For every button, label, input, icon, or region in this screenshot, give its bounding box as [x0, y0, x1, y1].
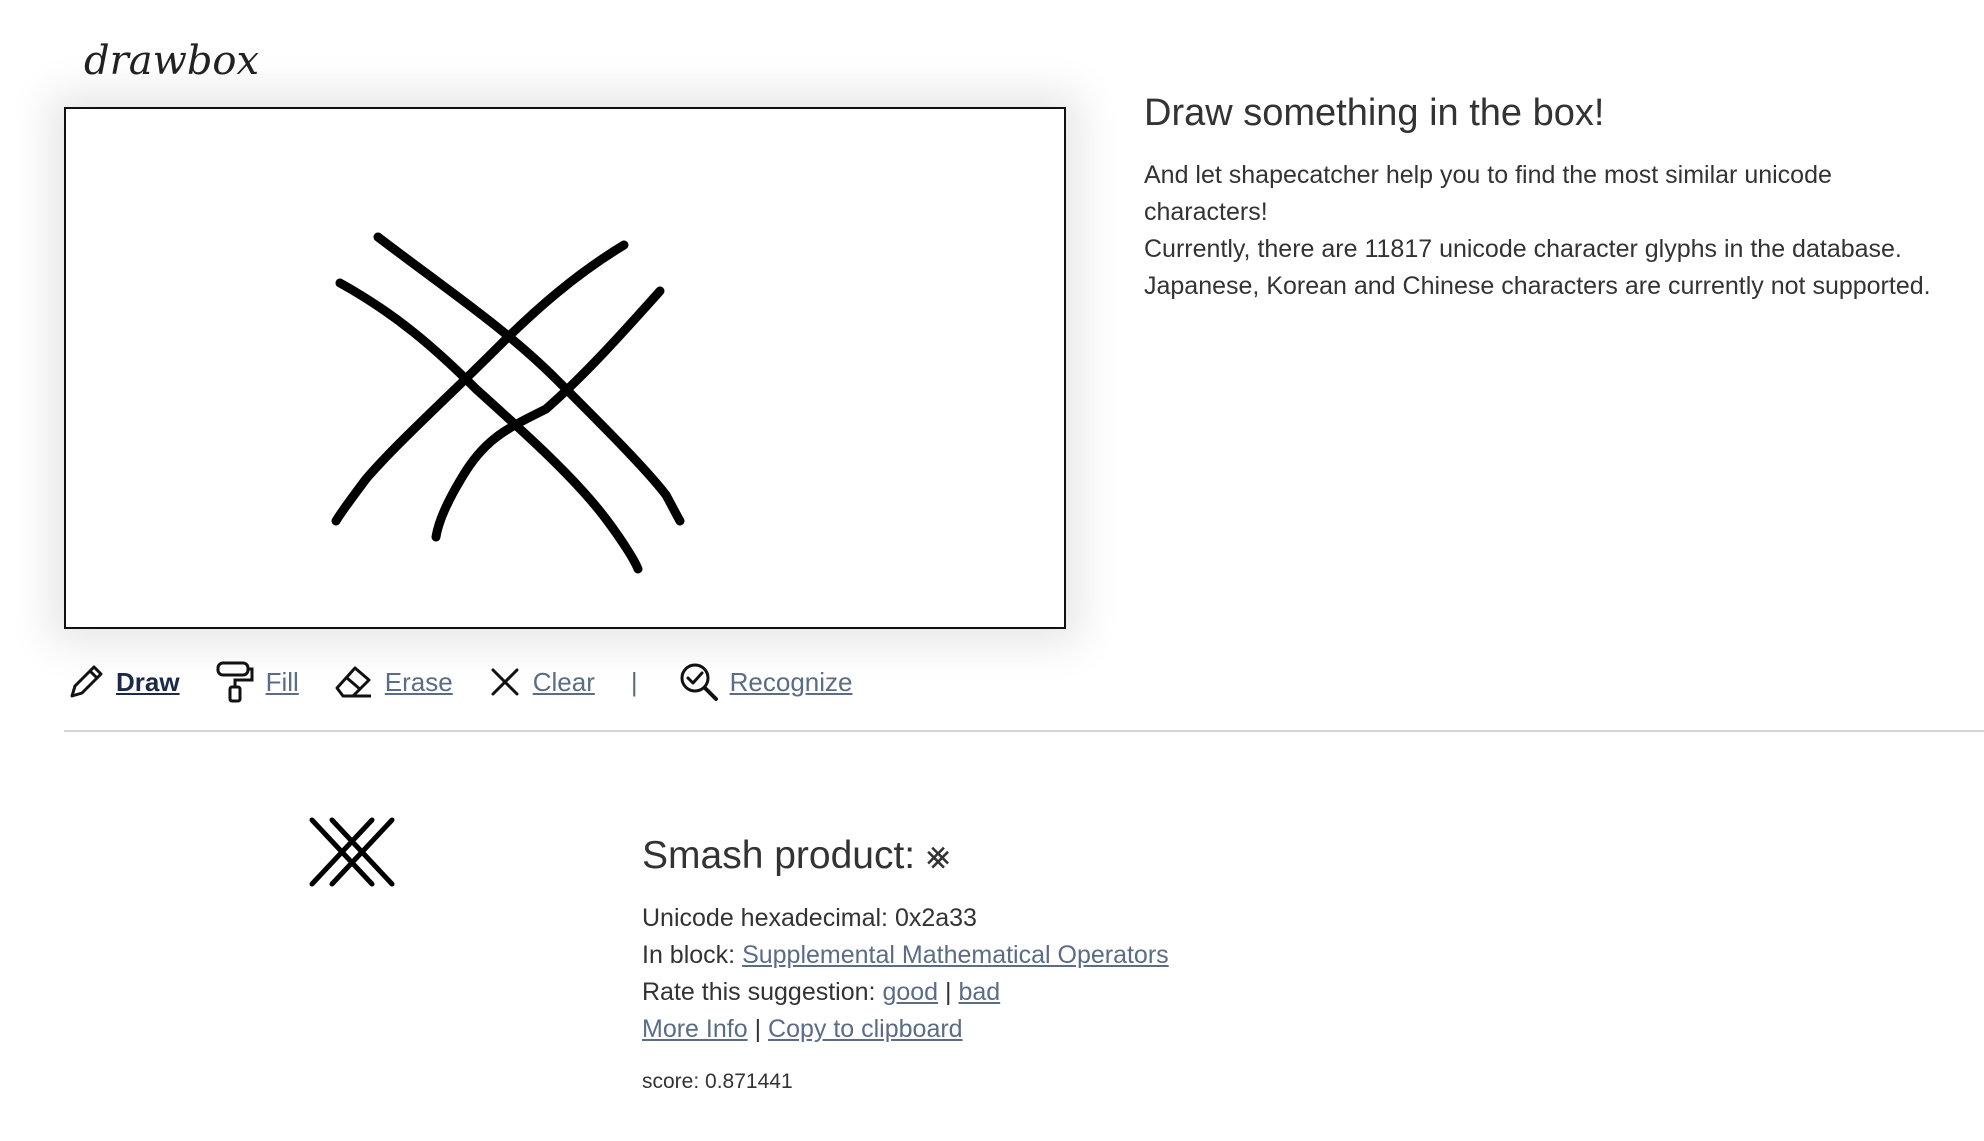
rate-line: Rate this suggestion: good | bad	[642, 974, 1542, 1011]
recognize-link[interactable]: Recognize	[730, 667, 853, 698]
more-info-link[interactable]: More Info	[642, 1015, 748, 1043]
stroke-3	[331, 240, 629, 526]
magnify-check-icon	[680, 663, 718, 701]
intro-text: And let shapecatcher help you to find th…	[1144, 157, 1944, 305]
stroke-1	[373, 232, 685, 526]
intro-line-3: Japanese, Korean and Chinese characters …	[1144, 272, 1931, 300]
intro-line-1: And let shapecatcher help you to find th…	[1144, 161, 1832, 226]
fill-link[interactable]: Fill	[266, 667, 299, 698]
block-link[interactable]: Supplemental Mathematical Operators	[742, 941, 1169, 969]
toolbar-separator: |	[630, 666, 638, 697]
divider	[64, 730, 1984, 732]
result-title: Smash product: ⨳	[642, 834, 1542, 878]
links-separator: |	[754, 1015, 762, 1043]
intro-panel: Draw something in the box! And let shape…	[1144, 92, 1944, 305]
unicode-hex-line: Unicode hexadecimal: 0x2a33	[642, 900, 1542, 937]
toolbar: Draw Fill Erase Clear | Recognize	[66, 658, 852, 706]
drawbox-logo: drawbox	[84, 38, 259, 84]
x-icon	[491, 668, 519, 696]
clear-link[interactable]: Clear	[533, 667, 595, 698]
canvas-strokes	[331, 232, 685, 574]
draw-tool[interactable]: Draw	[66, 662, 180, 702]
rate-separator: |	[945, 978, 952, 1006]
eraser-icon	[335, 666, 371, 698]
result-glyph-preview	[309, 817, 395, 887]
erase-tool[interactable]: Erase	[333, 662, 453, 702]
clear-tool[interactable]: Clear	[487, 664, 595, 700]
links-line: More Info | Copy to clipboard	[642, 1011, 1542, 1048]
svg-text:drawbox: drawbox	[84, 38, 259, 84]
score-label: score:	[642, 1070, 700, 1093]
hex-label: Unicode hexadecimal:	[642, 904, 888, 932]
intro-line-2: Currently, there are 11817 unicode chara…	[1144, 235, 1902, 263]
score-line: score: 0.871441	[642, 1070, 1542, 1094]
block-label: In block:	[642, 941, 736, 969]
fill-tool[interactable]: Fill	[214, 660, 299, 704]
page: drawbox Draw something in the box! And l…	[0, 0, 1984, 1141]
erase-link[interactable]: Erase	[385, 667, 453, 698]
draw-link[interactable]: Draw	[116, 667, 180, 698]
score-value: 0.871441	[705, 1070, 793, 1093]
recognize-tool[interactable]: Recognize	[678, 661, 853, 703]
stroke-4	[431, 286, 665, 542]
rate-bad-link[interactable]: bad	[958, 978, 1000, 1006]
pencil-icon	[70, 665, 103, 698]
rate-good-link[interactable]: good	[882, 978, 938, 1006]
copy-clipboard-link[interactable]: Copy to clipboard	[768, 1015, 963, 1043]
result-name: Smash product:	[642, 834, 916, 877]
intro-title: Draw something in the box!	[1144, 92, 1605, 134]
paint-roller-icon	[216, 661, 254, 703]
hex-value: 0x2a33	[894, 904, 977, 932]
result-panel: Smash product: ⨳ Unicode hexadecimal: 0x…	[642, 834, 1542, 1094]
block-line: In block: Supplemental Mathematical Oper…	[642, 937, 1542, 974]
result-char: ⨳	[925, 834, 951, 877]
drawing-canvas[interactable]	[64, 107, 1066, 629]
rate-label: Rate this suggestion:	[642, 978, 876, 1006]
